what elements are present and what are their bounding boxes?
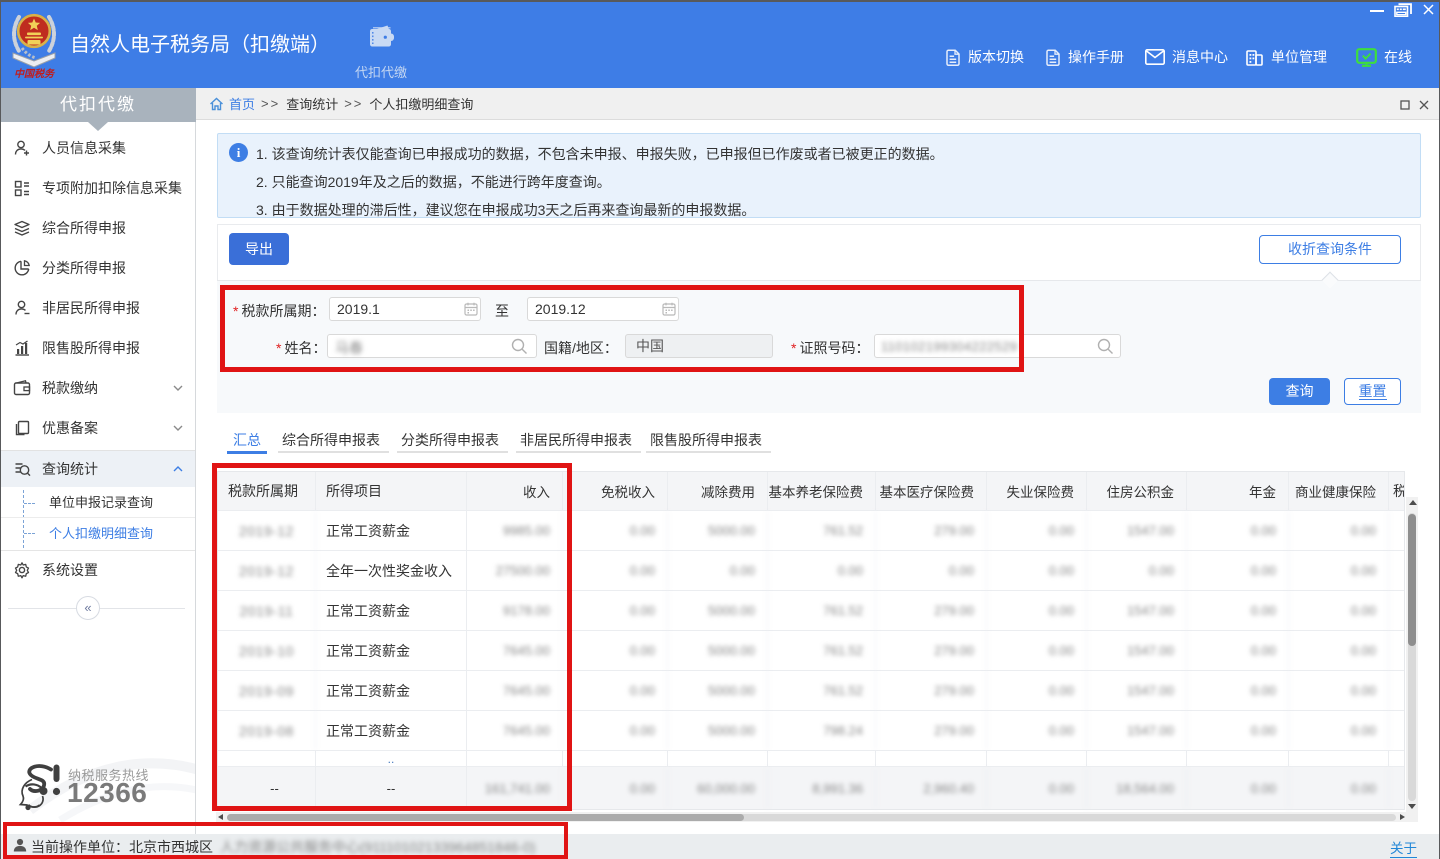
svg-text:中国税务: 中国税务 (14, 68, 56, 80)
